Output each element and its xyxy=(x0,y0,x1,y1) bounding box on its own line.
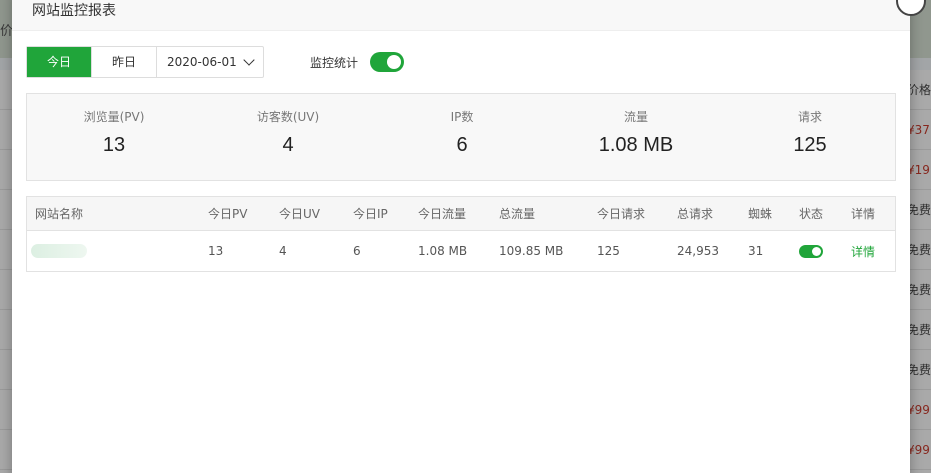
date-select-value: 2020-06-01 xyxy=(167,55,237,69)
site-monitor-report-modal: 网站监控报表 今日 昨日 2020-06-01 监控统计 浏览量(PV) 13 … xyxy=(12,0,926,473)
stat-label: IP数 xyxy=(450,110,474,124)
status-toggle[interactable] xyxy=(799,244,823,258)
stat-value: 6 xyxy=(456,134,468,156)
stat-value: 4 xyxy=(282,134,294,156)
stat-value: 1.08 MB xyxy=(598,134,674,156)
site-stats-table: 网站名称 今日PV 今日UV 今日IP 今日流量 总流量 今日请求 总请求 蜘蛛… xyxy=(26,196,896,272)
col-status: 状态 xyxy=(799,207,824,221)
cell-today-flow: 1.08 MB xyxy=(418,244,468,258)
table-row: 13 4 6 1.08 MB 109.85 MB 125 24,953 31 详… xyxy=(27,231,895,271)
col-today-flow: 今日流量 xyxy=(418,207,467,221)
chevron-down-icon xyxy=(243,54,255,66)
stat-label: 请求 xyxy=(797,110,822,124)
stat-ip: IP数 6 xyxy=(375,94,549,182)
col-total-requests: 总请求 xyxy=(677,207,714,221)
stat-flow: 流量 1.08 MB xyxy=(549,94,723,182)
stat-label: 访客数(UV) xyxy=(256,110,320,124)
date-select[interactable]: 2020-06-01 xyxy=(157,47,263,77)
col-today-uv: 今日UV xyxy=(279,207,320,221)
toggle-knob xyxy=(387,55,401,69)
tab-yesterday[interactable]: 昨日 xyxy=(92,47,157,77)
toggle-knob xyxy=(812,246,821,256)
detail-link[interactable]: 详情 xyxy=(851,231,875,271)
tab-today[interactable]: 今日 xyxy=(27,47,92,77)
stat-label: 浏览量(PV) xyxy=(83,110,145,124)
col-today-pv: 今日PV xyxy=(208,207,248,221)
col-today-requests: 今日请求 xyxy=(597,207,646,221)
cell-total-flow: 109.85 MB xyxy=(499,244,564,258)
cell-today-pv: 13 xyxy=(208,244,224,258)
col-site-name: 网站名称 xyxy=(35,207,84,221)
stat-uv: 访客数(UV) 4 xyxy=(201,94,375,182)
table-header: 网站名称 今日PV 今日UV 今日IP 今日流量 总流量 今日请求 总请求 蜘蛛… xyxy=(27,197,895,231)
cell-spider: 31 xyxy=(748,244,764,258)
stats-summary-panel: 浏览量(PV) 13 访客数(UV) 4 IP数 6 流量 1.08 MB 请求… xyxy=(26,93,896,181)
report-toolbar: 今日 昨日 2020-06-01 监控统计 xyxy=(26,46,626,78)
modal-title: 网站监控报表 xyxy=(32,3,116,19)
date-tab-group: 今日 昨日 2020-06-01 xyxy=(26,46,264,78)
monitor-stats-label: 监控统计 xyxy=(310,56,359,70)
monitor-stats-toggle[interactable] xyxy=(370,52,404,72)
cell-today-requests: 125 xyxy=(597,244,620,258)
cell-status xyxy=(799,231,823,271)
stat-label: 流量 xyxy=(623,110,648,124)
cell-today-uv: 4 xyxy=(279,244,287,258)
stat-pv: 浏览量(PV) 13 xyxy=(27,94,201,182)
stat-value: 13 xyxy=(102,134,126,156)
modal-header: 网站监控报表 xyxy=(12,0,910,31)
cell-today-ip: 6 xyxy=(353,244,361,258)
stat-value: 125 xyxy=(793,134,827,156)
col-detail: 详情 xyxy=(851,207,876,221)
cell-total-requests: 24,953 xyxy=(677,244,719,258)
col-today-ip: 今日IP xyxy=(353,207,388,221)
stat-requests: 请求 125 xyxy=(723,94,897,182)
col-spider: 蜘蛛 xyxy=(748,207,773,221)
col-total-flow: 总流量 xyxy=(499,207,536,221)
site-name-cell xyxy=(31,231,87,271)
site-name-redacted xyxy=(31,244,87,258)
